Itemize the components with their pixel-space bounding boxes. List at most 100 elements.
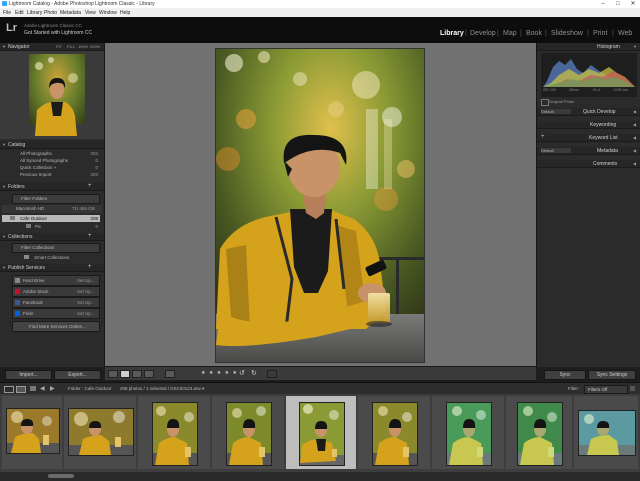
- filmstrip-info[interactable]: 208 photos / 1 selected / DSC00123.arw ▾: [120, 386, 204, 392]
- module-print[interactable]: Print: [593, 30, 607, 37]
- forward-arrow-icon[interactable]: ▶: [50, 385, 55, 392]
- comments-header[interactable]: Comments ◀: [537, 160, 640, 168]
- export-button[interactable]: Export...: [54, 370, 101, 380]
- publish-service-row[interactable]: Adobe Stock Set Up...: [12, 286, 100, 297]
- filmstrip-cell[interactable]: [574, 396, 638, 469]
- filmstrip-cell-selected[interactable]: [286, 396, 356, 469]
- filmstrip-scrollbar[interactable]: [0, 472, 640, 481]
- menu-help[interactable]: Help: [120, 10, 130, 16]
- filmstrip-cell[interactable]: [2, 396, 62, 469]
- loupe-view-icon[interactable]: [120, 370, 130, 378]
- publish-setup-link[interactable]: Set Up...: [77, 300, 95, 305]
- metadata-header[interactable]: Default Metadata ◀: [537, 147, 640, 155]
- keywording-header[interactable]: Keywording ◀: [537, 121, 640, 129]
- menu-library[interactable]: Library: [27, 10, 42, 16]
- close-button[interactable]: ✕: [626, 0, 640, 8]
- thumbnail-image: [7, 409, 59, 453]
- publish-service-row[interactable]: Facebook Set Up...: [12, 297, 100, 308]
- zoom-fit[interactable]: FIT: [56, 44, 62, 49]
- maximize-button[interactable]: □: [611, 0, 625, 8]
- publish-service-row[interactable]: Hard Drive Set Up...: [12, 275, 100, 286]
- metadata-preset[interactable]: Default: [541, 148, 571, 153]
- catalog-item-label[interactable]: Quick Collection +: [20, 165, 56, 170]
- zoom-200[interactable]: 200%: [90, 44, 100, 49]
- grid-view-icon[interactable]: [108, 370, 118, 378]
- module-separator: |: [545, 30, 547, 37]
- compare-view-icon[interactable]: [132, 370, 142, 378]
- crop-overlay-icon[interactable]: [267, 370, 277, 378]
- folder-row[interactable]: Pic 0: [2, 223, 100, 230]
- quick-develop-preset[interactable]: Default: [541, 109, 571, 114]
- filter-label: Filter :: [568, 386, 581, 391]
- catalog-item-label[interactable]: All Photographs: [20, 151, 52, 156]
- catalog-item-label[interactable]: Previous Import: [20, 172, 52, 177]
- histogram-box[interactable]: ISO 100 35mm f/1.4 1/200 sec: [541, 53, 637, 97]
- menu-window[interactable]: Window: [99, 10, 117, 16]
- filter-folders-input[interactable]: Filter Folders: [12, 194, 100, 204]
- find-more-services-button[interactable]: Find More Services Online...: [12, 321, 100, 332]
- collection-row[interactable]: Smart Collections: [2, 254, 100, 261]
- menu-view[interactable]: View: [85, 10, 96, 16]
- import-button[interactable]: Import...: [5, 370, 52, 380]
- rotate-right-icon[interactable]: ↻: [251, 369, 257, 377]
- publish-services-header[interactable]: ▼ Publish Services +: [0, 264, 104, 272]
- catalog-item-label[interactable]: All Synced Photographs: [20, 158, 68, 163]
- back-arrow-icon[interactable]: ◀: [40, 385, 45, 392]
- menu-edit[interactable]: Edit: [15, 10, 24, 16]
- add-folder-icon[interactable]: +: [88, 183, 92, 189]
- catalog-header[interactable]: ▼ Catalog: [0, 141, 104, 149]
- filmstrip-cell[interactable]: [64, 396, 136, 469]
- module-web[interactable]: Web: [618, 30, 632, 37]
- navigator-preview-area[interactable]: [0, 51, 104, 139]
- navigator-thumbnail: [29, 54, 85, 136]
- zoom-fill[interactable]: FILL: [67, 44, 75, 49]
- add-collection-icon[interactable]: +: [88, 233, 92, 239]
- minimize-button[interactable]: –: [596, 0, 610, 8]
- people-view-icon[interactable]: [165, 370, 175, 378]
- add-service-icon[interactable]: +: [88, 264, 92, 270]
- grid-icon[interactable]: [30, 386, 36, 391]
- publish-service-row[interactable]: Flickr Set Up...: [12, 308, 100, 319]
- filmstrip-path[interactable]: Folder : Cafe Outdoor: [68, 386, 112, 391]
- menu-metadata[interactable]: Metadata: [60, 10, 81, 16]
- sync-settings-button[interactable]: Sync Settings: [588, 370, 636, 380]
- navigator-header[interactable]: ▼ Navigator FIT FILL 100% 200%: [0, 43, 104, 51]
- keyword-list-header[interactable]: + Keyword List ◀: [537, 134, 640, 142]
- module-book[interactable]: Book: [526, 30, 542, 37]
- zoom-100[interactable]: 100%: [78, 44, 88, 49]
- menu-photo[interactable]: Photo: [44, 10, 57, 16]
- monitor-1-icon[interactable]: [4, 386, 14, 393]
- survey-view-icon[interactable]: [144, 370, 154, 378]
- folders-header[interactable]: ▼ Folders +: [0, 183, 104, 191]
- filmstrip-cell[interactable]: [432, 396, 504, 469]
- monitor-2-icon[interactable]: [16, 386, 26, 393]
- identity-plate-line2[interactable]: Got Started with Lightroom CC: [24, 30, 92, 36]
- histogram-header[interactable]: Histogram ▼: [537, 43, 640, 51]
- add-keyword-icon[interactable]: +: [541, 134, 545, 140]
- module-library[interactable]: Library: [440, 30, 464, 37]
- scrollbar-thumb[interactable]: [48, 474, 74, 478]
- module-slideshow[interactable]: Slideshow: [551, 30, 583, 37]
- filmstrip-cell[interactable]: [212, 396, 284, 469]
- filmstrip-cell[interactable]: [358, 396, 430, 469]
- filter-collections-input[interactable]: Filter Collections: [12, 243, 100, 253]
- publish-setup-link[interactable]: Set Up...: [77, 311, 95, 316]
- volume-row[interactable]: Macintosh HD 71/ 465 GB: [2, 205, 102, 213]
- filter-lock-icon[interactable]: [630, 386, 635, 391]
- menu-file[interactable]: File: [3, 10, 11, 16]
- filmstrip-cell[interactable]: [138, 396, 210, 469]
- sync-button[interactable]: Sync: [544, 370, 586, 380]
- collections-header[interactable]: ▼ Collections +: [0, 233, 104, 241]
- star-rating[interactable]: ★ ★ ★ ★ ★: [201, 370, 238, 376]
- lr-logo: Lr: [6, 22, 17, 34]
- module-develop[interactable]: Develop: [470, 30, 496, 37]
- filmstrip-cell[interactable]: [506, 396, 572, 469]
- folder-row-selected[interactable]: Cafe Outdoor 208: [2, 215, 100, 222]
- module-map[interactable]: Map: [503, 30, 517, 37]
- original-photo-checkbox[interactable]: [541, 99, 549, 106]
- publish-setup-link[interactable]: Set Up...: [77, 278, 95, 283]
- filter-dropdown[interactable]: Filters Off: [584, 385, 628, 394]
- rotate-left-icon[interactable]: ↺: [239, 369, 245, 377]
- quick-develop-header[interactable]: Default Quick Develop ◀: [537, 108, 640, 116]
- publish-setup-link[interactable]: Set Up...: [77, 289, 95, 294]
